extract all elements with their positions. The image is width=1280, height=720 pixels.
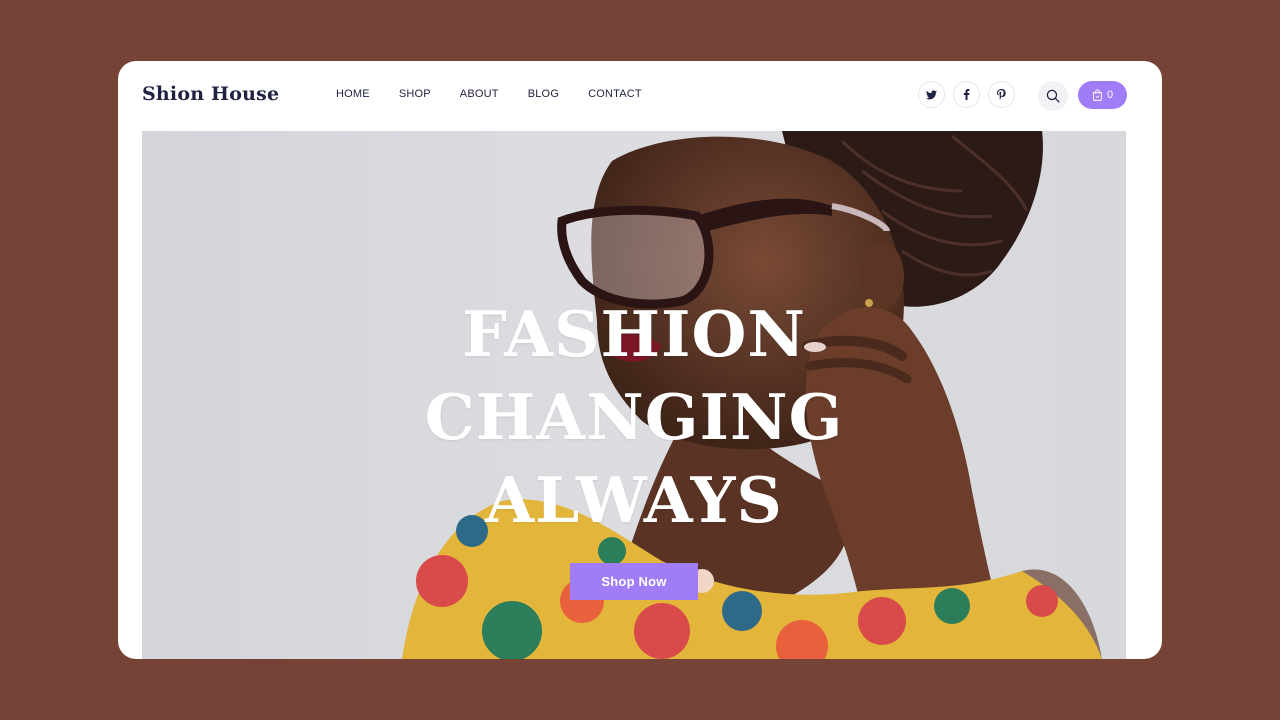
social-links — [918, 81, 1015, 108]
nav-item-blog[interactable]: BLOG — [528, 88, 559, 100]
twitter-button[interactable] — [918, 81, 945, 108]
cart-count: 0 — [1106, 89, 1114, 101]
nav-item-shop[interactable]: SHOP — [399, 88, 431, 100]
hero-title-line: FASHION — [462, 297, 806, 371]
hero-title-line: ALWAYS — [485, 463, 783, 537]
twitter-icon — [926, 89, 937, 99]
nav-item-about[interactable]: ABOUT — [460, 88, 499, 100]
browser-frame: Shion House HOME SHOP ABOUT BLOG CONTACT — [118, 61, 1162, 659]
facebook-icon — [963, 89, 970, 100]
pinterest-button[interactable] — [988, 81, 1015, 108]
hero-banner: FASHION CHANGING ALWAYS Shop Now — [142, 131, 1126, 659]
search-icon — [1046, 89, 1060, 103]
shop-now-button[interactable]: Shop Now — [570, 563, 698, 600]
site-logo[interactable]: Shion House — [142, 83, 279, 105]
hero-title-line: CHANGING — [424, 380, 844, 454]
nav-item-contact[interactable]: CONTACT — [588, 88, 642, 100]
shopping-bag-icon — [1092, 89, 1103, 101]
cart-button[interactable]: 0 — [1078, 81, 1127, 109]
hero-title: FASHION CHANGING ALWAYS — [142, 293, 1126, 542]
facebook-button[interactable] — [953, 81, 980, 108]
site-header: Shion House HOME SHOP ABOUT BLOG CONTACT — [118, 61, 1162, 131]
nav-item-home[interactable]: HOME — [336, 88, 370, 100]
main-nav: HOME SHOP ABOUT BLOG CONTACT — [336, 88, 642, 100]
pinterest-icon — [997, 89, 1006, 100]
search-button[interactable] — [1038, 81, 1068, 111]
